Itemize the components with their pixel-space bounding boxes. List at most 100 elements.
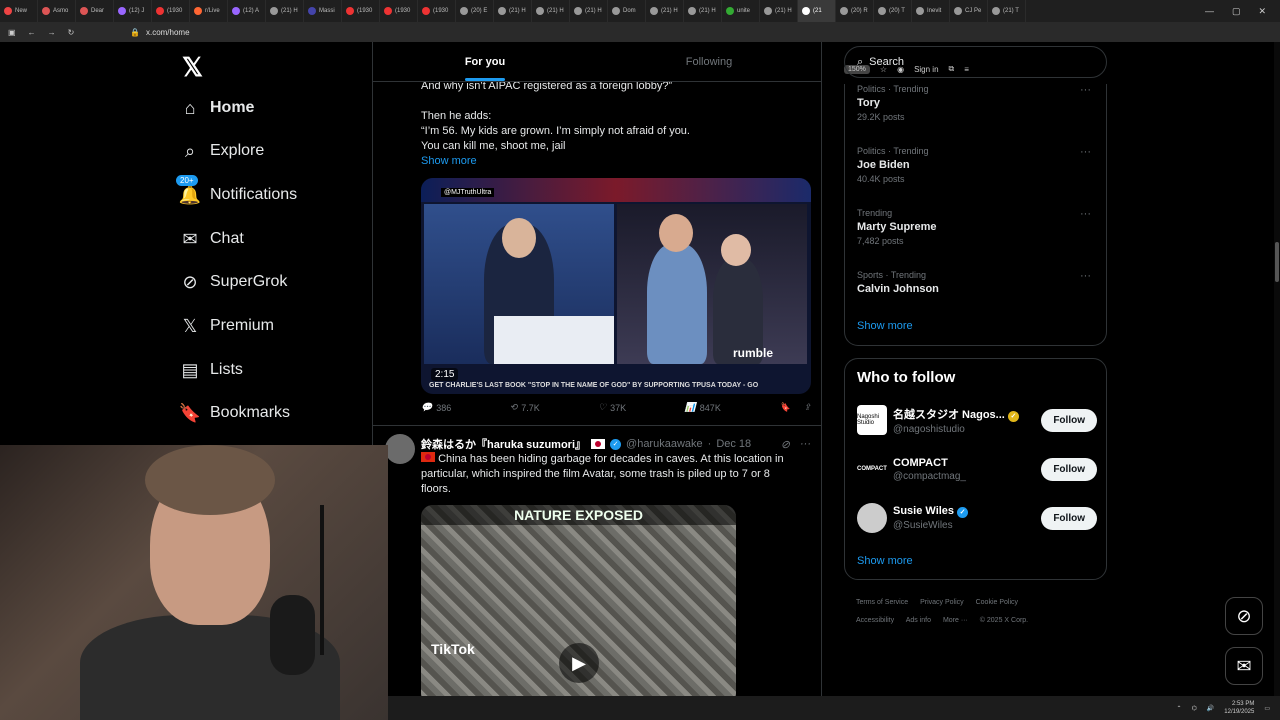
follow-suggestion[interactable]: Susie Wiles ✓ @SusieWiles Follow [857,501,1097,535]
show-more-link[interactable]: Show more [421,154,477,169]
footer-link[interactable]: Privacy Policy [920,599,964,606]
like-button[interactable]: ♡ 37K [598,402,626,413]
browser-tab[interactable]: (21) T [988,0,1026,22]
more-icon[interactable]: ··· [1080,208,1091,220]
footer-link[interactable]: More ··· [943,617,968,624]
browser-tab[interactable]: (21) H [570,0,608,22]
trend-item[interactable]: Politics · Trending Tory 29.2K posts ··· [857,84,1097,122]
nav-chat[interactable]: ✉ Chat [170,219,243,259]
browser-tab[interactable]: (21) H [494,0,532,22]
author-handle[interactable]: @harukaawake [626,438,703,450]
notification-icon[interactable]: ▭ [1264,705,1270,712]
search-input[interactable]: ⌕ Search [844,46,1107,78]
grok-fab[interactable]: ⊘ [1225,597,1263,635]
browser-tab[interactable]: (1930 [342,0,380,22]
page-scrollbar[interactable] [1274,42,1280,696]
browser-tab[interactable]: (21) H [646,0,684,22]
post-date[interactable]: Dec 18 [716,438,751,450]
nav-notifications[interactable]: 🔔 20+ Notifications [170,175,297,215]
browser-tab[interactable]: r/Live [190,0,228,22]
browser-tab[interactable]: Dom [608,0,646,22]
more-icon[interactable]: ··· [1080,84,1091,96]
sidebar-toggle-icon[interactable]: ▣ [8,28,16,37]
play-icon[interactable]: ▶ [559,643,599,683]
tray-chevron-icon[interactable]: ⌃ [1177,705,1182,712]
browser-tab[interactable]: (1930 [380,0,418,22]
footer-link[interactable]: Cookie Policy [976,599,1018,606]
x-logo-icon[interactable]: 𝕏 [182,52,203,83]
forward-icon[interactable]: → [48,28,56,37]
trend-item[interactable]: Trending Marty Supreme 7,482 posts ··· [857,208,1097,246]
follow-suggestion[interactable]: Nagoshi Studio 名越スタジオ Nagos... ✓ @nagosh… [857,403,1097,437]
more-icon[interactable]: ··· [1080,270,1091,282]
reload-icon[interactable]: ↻ [68,28,75,37]
follow-button[interactable]: Follow [1041,457,1097,481]
video-left-panel [424,204,614,364]
avatar[interactable]: Nagoshi Studio [857,405,887,435]
views-button[interactable]: 📊 847K [685,402,721,413]
trends-show-more[interactable]: Show more [857,320,913,332]
avatar[interactable] [385,434,415,464]
browser-tab[interactable]: (21) H [266,0,304,22]
grok-icon[interactable]: ⊘ [781,438,790,451]
scrollbar-thumb[interactable] [1275,242,1279,282]
browser-tab[interactable]: (12) J [114,0,152,22]
messages-fab[interactable]: ✉ [1225,647,1263,685]
more-icon[interactable]: ··· [800,438,811,451]
nav-lists[interactable]: ▤ Lists [170,350,242,390]
bookmark-icon[interactable]: 🔖 [779,402,790,413]
reply-button[interactable]: 💬 386 [421,402,451,413]
clock[interactable]: 2:53 PM 12/19/2025 [1224,700,1254,716]
follow-button[interactable]: Follow [1041,506,1097,530]
browser-tab-active[interactable]: (21 [798,0,836,22]
repost-button[interactable]: ⟲ 7.7K [510,402,540,413]
more-icon[interactable]: ··· [1080,146,1091,158]
browser-tab[interactable]: (1930 [418,0,456,22]
nav-home[interactable]: ⌂ Home [170,88,255,128]
browser-tab[interactable]: Inevit [912,0,950,22]
minimize-icon[interactable]: — [1205,6,1214,17]
browser-tab[interactable]: (20) T [874,0,912,22]
nav-premium[interactable]: 𝕏 Premium [170,306,274,346]
browser-tab[interactable]: (1930 [152,0,190,22]
trend-item[interactable]: Sports · Trending Calvin Johnson ··· [857,270,1097,295]
browser-tab[interactable]: Massi [304,0,342,22]
footer-link[interactable]: Accessibility [856,617,894,624]
share-icon[interactable]: ⇪ [803,402,811,413]
china-flag-icon [421,452,435,462]
browser-tab[interactable]: New [0,0,38,22]
lock-icon[interactable]: 🔒 [130,28,140,37]
url-field[interactable]: x.com/home [146,28,1280,37]
browser-tab[interactable]: (21) H [532,0,570,22]
post-video[interactable]: @MJTruthUltra rumble 2:15 GET CHARLIE'S … [421,178,811,394]
network-icon[interactable]: ⌬ [1192,705,1197,712]
nav-explore[interactable]: ⌕ Explore [170,131,264,171]
browser-tab[interactable]: Asmo [38,0,76,22]
author-name[interactable]: 鈴森はるか『haruka suzumori』 [421,436,586,452]
browser-tab[interactable]: (12) A [228,0,266,22]
tab-for-you[interactable]: For you [373,42,597,81]
follow-suggestion[interactable]: COMPACT COMPACT @compactmag_ Follow [857,452,1097,486]
browser-tab[interactable]: (20) E [456,0,494,22]
post-video[interactable]: NATURE EXPOSED TikTok ▶ [421,505,736,696]
browser-tab[interactable]: CJ Pe [950,0,988,22]
footer-link[interactable]: Terms of Service [856,599,908,606]
avatar[interactable]: COMPACT [857,454,887,484]
volume-icon[interactable]: 🔊 [1207,705,1214,712]
tab-following[interactable]: Following [597,42,821,81]
follow-show-more[interactable]: Show more [857,555,913,567]
browser-tab[interactable]: (21) H [760,0,798,22]
footer-link[interactable]: Ads info [906,617,931,624]
browser-tab[interactable]: (21) H [684,0,722,22]
back-icon[interactable]: ← [28,28,36,37]
close-icon[interactable]: ✕ [1258,6,1266,17]
nav-bookmarks[interactable]: 🔖 Bookmarks [170,393,290,433]
browser-tab[interactable]: (20) R [836,0,874,22]
trend-item[interactable]: Politics · Trending Joe Biden 40.4K post… [857,146,1097,184]
browser-tab[interactable]: Dear [76,0,114,22]
follow-button[interactable]: Follow [1041,408,1097,432]
browser-tab[interactable]: unite [722,0,760,22]
nav-supergrok[interactable]: ⊘ SuperGrok [170,262,287,302]
maximize-icon[interactable]: ▢ [1232,6,1241,17]
avatar[interactable] [857,503,887,533]
